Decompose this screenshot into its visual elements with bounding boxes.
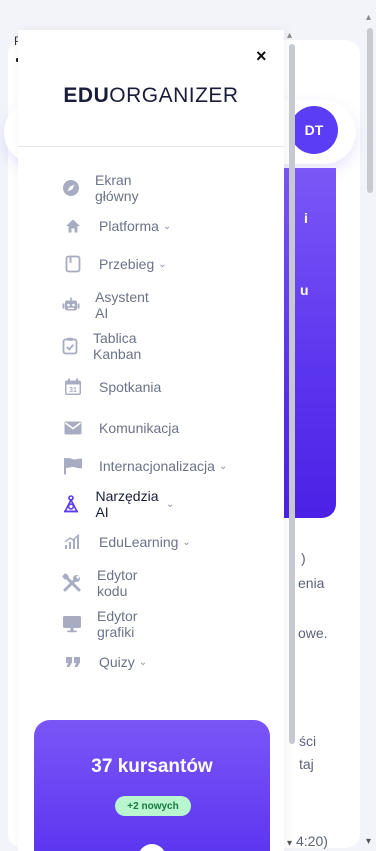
sidebar-item-label: Ekran główny [95, 172, 139, 204]
page-scroll-down-arrow[interactable]: ▾ [366, 836, 371, 847]
sidebar-item-komunikacja[interactable]: Komunikacja [62, 416, 179, 440]
home-icon [62, 215, 84, 237]
drawer-divider [18, 146, 284, 147]
sidebar-item-label: Spotkania [99, 379, 162, 395]
sidebar-item-przebieg[interactable]: Przebieg ⌄ [62, 252, 167, 276]
brand-logo-bold: EDU [63, 84, 110, 107]
sidebar-item-label: Edytor grafiki [97, 608, 138, 640]
robot-icon [62, 294, 80, 316]
drawer-scrollbar-thumb[interactable] [289, 44, 295, 744]
close-button[interactable]: × [256, 46, 267, 67]
tools-icon [62, 572, 82, 594]
user-avatar[interactable]: DT [290, 106, 338, 154]
sidebar-item-quizy[interactable]: Quizy ⌄ [62, 650, 147, 674]
page-scroll-up-arrow[interactable]: ▴ [366, 12, 371, 23]
monitor-icon [62, 613, 82, 635]
drawer-scroll-up-arrow[interactable]: ▴ [287, 30, 292, 41]
content-text-fragment: ) [301, 550, 306, 566]
chevron-down-icon: ⌄ [138, 656, 148, 668]
flag-icon [62, 455, 84, 477]
students-count: 37 kursantów [91, 756, 213, 777]
hero-text-fragment: i [304, 210, 308, 226]
sidebar-item-tablica-kanban[interactable]: Tablica Kanban [62, 330, 147, 362]
sidebar-item-spotkania[interactable]: 31 Spotkania [62, 375, 161, 399]
drawer-scroll-down-arrow[interactable]: ▾ [287, 838, 292, 849]
sidebar-item-label: Asystent AI [95, 289, 149, 321]
sidebar-item-platforma[interactable]: Platforma ⌄ [62, 214, 171, 238]
chevron-down-icon: ⌄ [162, 220, 172, 232]
sidebar-item-edulearning[interactable]: EduLearning ⌄ [62, 530, 191, 554]
sidebar-item-label: Narzędzia AI [95, 488, 159, 520]
chevron-down-icon: ⌄ [182, 536, 191, 548]
content-text-fragment: 4:20) [296, 833, 328, 849]
compass-icon [62, 177, 80, 199]
sidebar-item-label: Przebieg [99, 256, 155, 272]
promo-circle-button[interactable] [138, 844, 166, 851]
ai-tools-icon [62, 493, 80, 515]
new-students-badge: +2 nowych [115, 796, 191, 816]
sidebar-item-internacjonalizacja[interactable]: Internacjonalizacja ⌄ [62, 454, 227, 478]
sidebar-item-label: EduLearning [99, 534, 179, 550]
sidebar-item-narzedzia-ai[interactable]: Narzędzia AI ⌄ [62, 488, 175, 520]
brand-logo-rest: ORGANIZER [109, 84, 239, 107]
mail-icon [62, 417, 84, 439]
sidebar-item-edytor-kodu[interactable]: Edytor kodu [62, 567, 139, 599]
students-promo-card[interactable]: 37 kursantów +2 nowych [34, 720, 270, 851]
brand-logo[interactable]: EDUORGANIZER [18, 84, 284, 108]
signal-chart-icon [62, 531, 84, 553]
content-text-fragment: ści [299, 733, 317, 749]
sidebar-item-asystent-ai[interactable]: Asystent AI [62, 289, 153, 321]
notebook-icon [62, 253, 84, 275]
chevron-down-icon: ⌄ [218, 460, 228, 472]
page-scrollbar-thumb[interactable] [367, 28, 373, 193]
sidebar-item-ekran-glowny[interactable]: Ekran główny [62, 172, 143, 204]
hero-text-fragment: u [300, 282, 309, 298]
sidebar-item-label: Internacjonalizacja [99, 458, 215, 474]
sidebar-item-label: Quizy [99, 654, 135, 670]
chevron-down-icon: ⌄ [166, 498, 175, 510]
content-text-fragment: taj [299, 756, 314, 772]
content-text-fragment: enia [298, 575, 325, 591]
chevron-down-icon: ⌄ [158, 258, 167, 270]
sidebar-item-label: Tablica Kanban [93, 330, 142, 362]
calendar-icon: 31 [62, 376, 84, 398]
sidebar-item-label: Edytor kodu [97, 567, 138, 599]
sidebar-item-label: Komunikacja [99, 420, 180, 436]
quote-icon [62, 651, 84, 673]
calendar-day-text: 31 [69, 387, 77, 394]
clipboard-check-icon [62, 335, 78, 357]
sidebar-item-label: Platforma [99, 218, 159, 234]
sidebar-drawer: × EDUORGANIZER Ekran główny Platforma ⌄ … [18, 30, 284, 851]
content-text-fragment: owe. [298, 625, 328, 641]
sidebar-item-edytor-grafiki[interactable]: Edytor grafiki [62, 608, 139, 640]
